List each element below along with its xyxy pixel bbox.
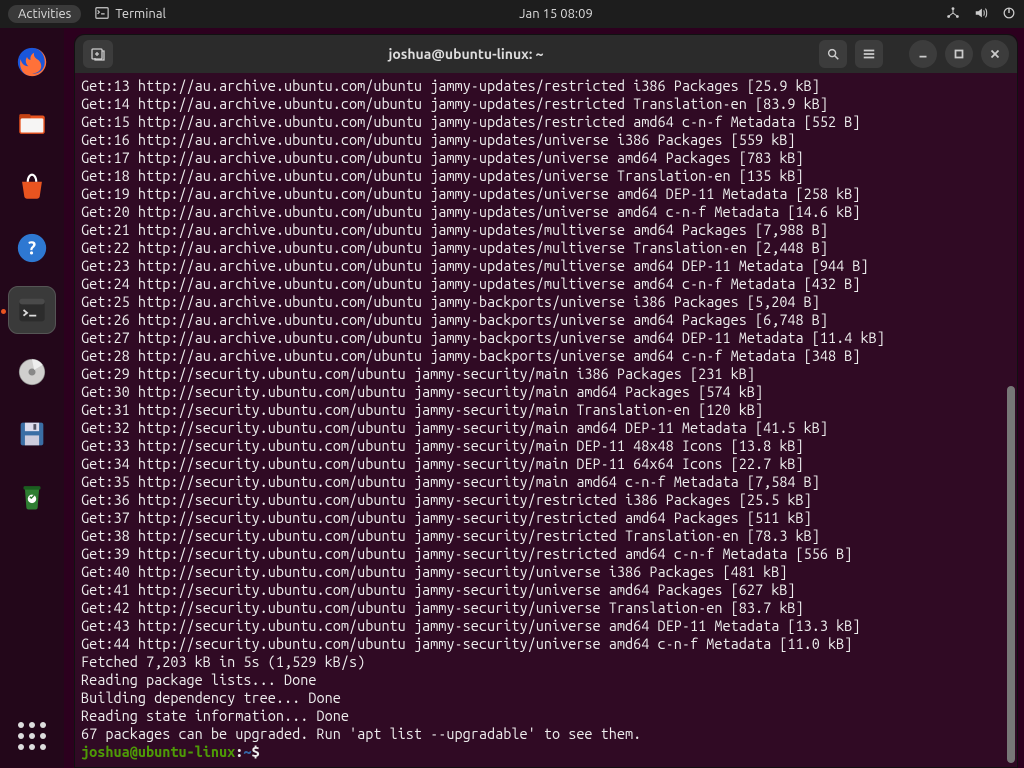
app-menu-label: Terminal	[115, 7, 166, 21]
power-icon[interactable]	[1002, 6, 1016, 23]
search-button[interactable]	[819, 40, 847, 68]
terminal-icon	[95, 6, 109, 23]
clock[interactable]: Jan 15 08:09	[166, 7, 946, 21]
terminal-output[interactable]: Get:13 http://au.archive.ubuntu.com/ubun…	[75, 73, 1007, 767]
dock-app-files[interactable]	[8, 100, 56, 148]
scrollbar-thumb[interactable]	[1007, 386, 1015, 763]
window-title: joshua@ubuntu-linux: ~	[121, 46, 811, 62]
dock-app-trash[interactable]	[8, 472, 56, 520]
dock-app-save[interactable]	[8, 410, 56, 458]
dock-app-help[interactable]: ?	[8, 224, 56, 272]
close-button[interactable]	[981, 40, 1009, 68]
maximize-button[interactable]	[945, 40, 973, 68]
dock-app-terminal[interactable]	[8, 286, 56, 334]
volume-icon[interactable]	[974, 6, 988, 23]
new-tab-button[interactable]	[83, 40, 113, 68]
minimize-button[interactable]	[909, 40, 937, 68]
terminal-window: joshua@ubuntu-linux: ~ Get:13 http://au.…	[74, 34, 1018, 768]
dock-app-disks[interactable]	[8, 348, 56, 396]
svg-text:?: ?	[28, 238, 36, 258]
network-icon[interactable]	[946, 6, 960, 23]
show-applications-button[interactable]	[14, 718, 50, 754]
terminal-scrollbar[interactable]	[1007, 77, 1015, 763]
dock-app-software[interactable]	[8, 162, 56, 210]
gnome-topbar: Activities Terminal Jan 15 08:09	[0, 0, 1024, 28]
activities-button[interactable]: Activities	[8, 5, 81, 23]
hamburger-menu-button[interactable]	[855, 40, 883, 68]
dock-app-firefox[interactable]	[8, 38, 56, 86]
app-menu[interactable]: Terminal	[95, 6, 166, 23]
dock: ?	[0, 28, 64, 768]
window-titlebar[interactable]: joshua@ubuntu-linux: ~	[75, 35, 1017, 73]
